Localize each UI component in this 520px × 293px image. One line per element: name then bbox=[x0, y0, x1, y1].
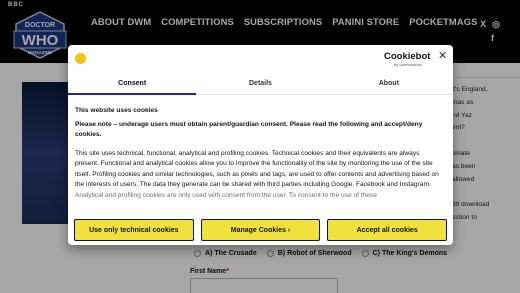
tab-details[interactable]: Details bbox=[196, 75, 324, 94]
use-technical-cookies-button[interactable]: Use only technical cookies bbox=[74, 219, 194, 241]
dialog-header: Cookiebot by Usercentrics ✕ bbox=[68, 45, 453, 73]
close-icon[interactable]: ✕ bbox=[438, 51, 447, 62]
scroll-fade bbox=[68, 185, 453, 213]
site-favicon-icon bbox=[75, 53, 86, 64]
consent-buttons: Use only technical cookies Manage Cookie… bbox=[74, 219, 448, 241]
tab-about[interactable]: About bbox=[325, 75, 453, 94]
accept-all-cookies-button[interactable]: Accept all cookies bbox=[327, 219, 448, 241]
consent-tabs: Consent Details About bbox=[68, 75, 453, 95]
cookiebot-logo: Cookiebot bbox=[384, 51, 431, 62]
manage-cookies-button[interactable]: Manage Cookies › bbox=[200, 219, 321, 241]
consent-note: Please note – underage users must obtain… bbox=[75, 120, 423, 139]
cookie-consent-dialog: Cookiebot by Usercentrics ✕ Consent Deta… bbox=[68, 45, 453, 245]
consent-title: This website uses cookies bbox=[75, 107, 158, 114]
cookiebot-sublogo: by Usercentrics bbox=[394, 62, 422, 67]
tab-consent[interactable]: Consent bbox=[68, 75, 197, 95]
